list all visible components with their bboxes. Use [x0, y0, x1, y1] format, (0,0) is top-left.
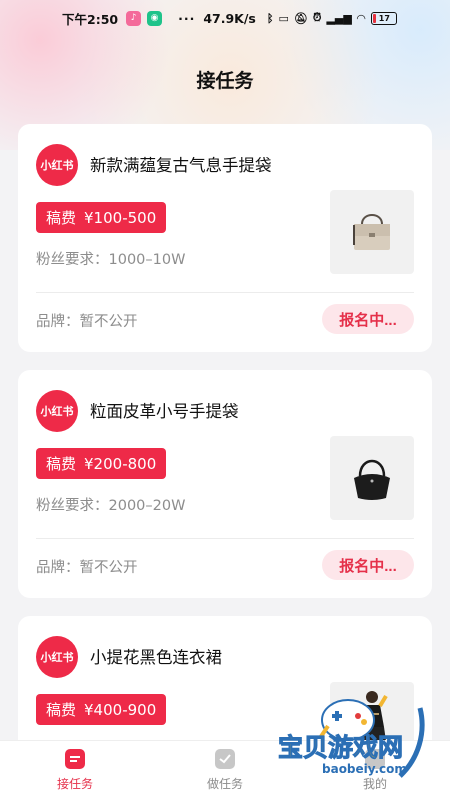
task-list-icon	[65, 749, 85, 769]
brand-info: 品牌：暂不公开	[36, 560, 138, 576]
mute-icon: 🔕︎	[293, 11, 308, 25]
fee-label: 稿费	[46, 455, 77, 473]
task-card[interactable]: 小红书 粒面皮革小号手提袋 稿费 ¥200-800 粉丝要求：2000–20W …	[18, 370, 432, 598]
xiaohongshu-logo: 小红书	[36, 390, 78, 432]
black-hobo-bag-image	[354, 459, 390, 500]
fee-range: ¥400-900	[84, 700, 157, 719]
fee-range: ¥200-800	[84, 454, 157, 473]
app-notification-icon: ◉	[147, 10, 163, 26]
watermark-text: 宝贝游戏网	[277, 733, 404, 763]
signup-status-button[interactable]: 报名中...	[322, 304, 414, 334]
vibrate-icon: ▭	[278, 11, 289, 25]
status-time: 下午2:50	[62, 11, 119, 27]
fee-badge: 稿费 ¥200-800	[36, 448, 167, 479]
fee-badge: 稿费 ¥100-500	[36, 202, 167, 233]
signup-status-button[interactable]: 报名中...	[322, 550, 414, 580]
task-card[interactable]: 小红书 新款满蕴复古气息手提袋 稿费 ¥100-500 粉丝要求：1000–10…	[18, 124, 432, 352]
task-title: 新款满蕴复古气息手提袋	[90, 156, 272, 175]
network-speed: 47.9K/s	[203, 10, 256, 26]
tab-accept-task[interactable]: 接任务	[0, 741, 150, 800]
fee-badge: 稿费 ¥400-900	[36, 694, 167, 725]
task-title: 小提花黑色连衣裙	[90, 648, 222, 667]
fee-label: 稿费	[46, 209, 77, 227]
follower-requirement: 粉丝要求：2000–20W	[36, 498, 186, 514]
fee-range: ¥100-500	[84, 208, 157, 227]
page-title: 接任务	[196, 70, 254, 92]
checkmark-icon	[215, 749, 235, 769]
more-notifications-icon: ···	[178, 10, 196, 26]
battery-icon: 17	[371, 11, 398, 25]
wifi-icon: ◠	[356, 11, 366, 25]
signal-icon: ▂▄▆	[326, 11, 352, 25]
watermark-logo: 宝贝游戏网 baobeiy.com	[277, 668, 450, 798]
tab-label: 做任务	[206, 777, 243, 791]
battery-level: 17	[378, 13, 390, 23]
tab-label: 接任务	[56, 777, 93, 791]
xiaohongshu-logo: 小红书	[36, 636, 78, 678]
tiktok-notification-icon: ♪	[126, 10, 142, 26]
card-divider	[36, 538, 414, 539]
follower-requirement: 粉丝要求：1000–10W	[36, 252, 186, 268]
product-thumbnail[interactable]	[330, 190, 414, 274]
brand-info: 品牌：暂不公开	[36, 314, 138, 330]
product-thumbnail[interactable]	[330, 436, 414, 520]
beige-handbag-image	[353, 214, 390, 250]
alarm-icon: ⏰︎	[312, 11, 322, 24]
card-divider	[36, 292, 414, 293]
fee-label: 稿费	[46, 701, 77, 719]
bluetooth-icon: ᛒ	[266, 11, 274, 25]
status-bar: 下午2:50 ♪ ◉ ··· 47.9K/s ᛒ ▭ 🔕︎ ⏰︎ ▂▄▆ ◠ 1…	[0, 0, 450, 36]
watermark-url: baobeiy.com	[322, 762, 407, 776]
xiaohongshu-logo: 小红书	[36, 144, 78, 186]
task-title: 粒面皮革小号手提袋	[90, 402, 239, 421]
